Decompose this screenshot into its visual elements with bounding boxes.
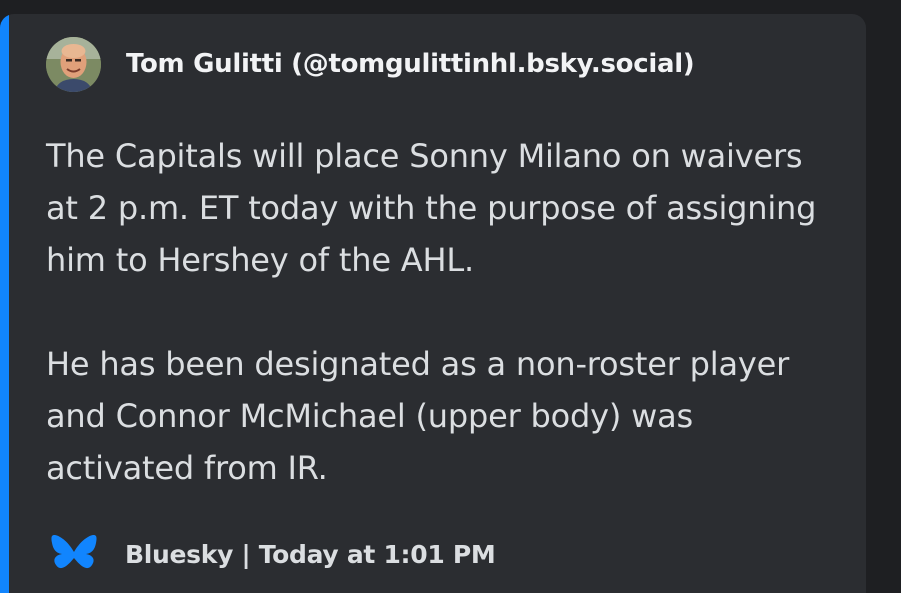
- bluesky-butterfly-icon: [51, 534, 97, 569]
- embed-author[interactable]: Tom Gulitti (@tomgulittinhl.bsky.social): [46, 36, 695, 92]
- embed-footer-text: Bluesky | Today at 1:01 PM: [125, 539, 496, 569]
- embed-accent-bar: [0, 14, 9, 593]
- embed-author-name[interactable]: Tom Gulitti (@tomgulittinhl.bsky.social): [126, 49, 695, 79]
- embed-description: The Capitals will place Sonny Milano on …: [46, 137, 817, 487]
- discord-chat-background: Tom Gulitti (@tomgulittinhl.bsky.social)…: [0, 0, 901, 593]
- person-avatar-icon[interactable]: [46, 36, 101, 92]
- bluesky-embed-card: Tom Gulitti (@tomgulittinhl.bsky.social)…: [0, 14, 866, 593]
- embed-footer: Bluesky | Today at 1:01 PM: [51, 532, 496, 576]
